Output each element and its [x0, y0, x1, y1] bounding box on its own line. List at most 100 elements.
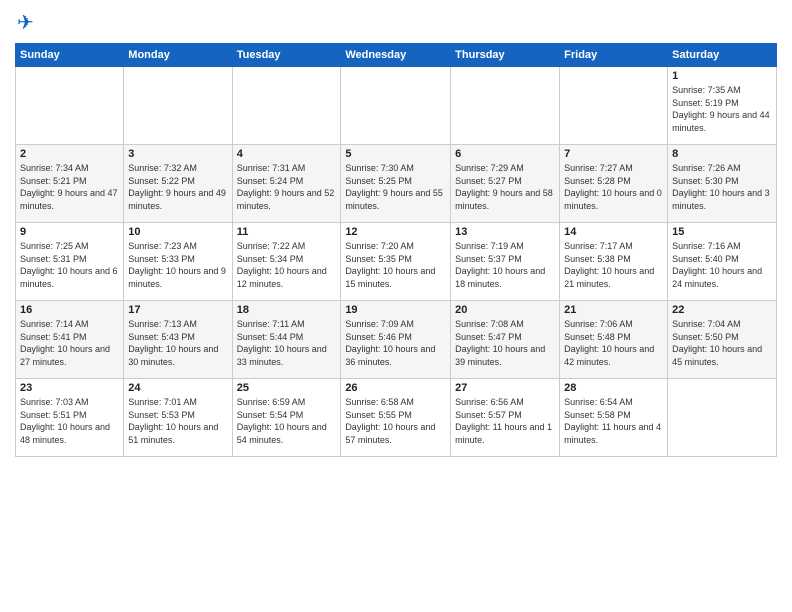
logo: ✈ — [15, 10, 34, 35]
day-info: Sunrise: 7:27 AM Sunset: 5:28 PM Dayligh… — [564, 162, 663, 212]
calendar-cell: 4 Sunrise: 7:31 AM Sunset: 5:24 PM Daylig… — [232, 145, 341, 223]
calendar-week-2: 2Sunrise: 7:34 AM Sunset: 5:21 PM Daylig… — [16, 145, 777, 223]
day-number: 4 — [237, 148, 337, 160]
day-number: 13 — [455, 226, 555, 238]
calendar-cell: 21 Sunrise: 7:06 AM Sunset: 5:48 PM Dayli… — [560, 301, 668, 379]
day-info: Sunrise: 7:26 AM Sunset: 5:30 PM Dayligh… — [672, 162, 772, 212]
calendar-cell: 22 Sunrise: 7:04 AM Sunset: 5:50 PM Dayli… — [668, 301, 777, 379]
day-number: 6 — [455, 148, 555, 160]
calendar-cell — [124, 67, 232, 145]
day-info: Sunrise: 7:20 AM Sunset: 5:35 PM Dayligh… — [345, 240, 446, 290]
day-number: 12 — [345, 226, 446, 238]
day-info: Sunrise: 7:01 AM Sunset: 5:53 PM Dayligh… — [128, 396, 227, 446]
day-info: Sunrise: 6:58 AM Sunset: 5:55 PM Dayligh… — [345, 396, 446, 446]
day-number: 20 — [455, 304, 555, 316]
day-info: Sunrise: 6:54 AM Sunset: 5:58 PM Dayligh… — [564, 396, 663, 446]
calendar-cell: 25 Sunrise: 6:59 AM Sunset: 5:54 PM Dayli… — [232, 379, 341, 457]
calendar-cell: 24 Sunrise: 7:01 AM Sunset: 5:53 PM Dayli… — [124, 379, 232, 457]
day-number: 11 — [237, 226, 337, 238]
day-number: 19 — [345, 304, 446, 316]
calendar-cell: 27Sunrise: 6:56 AM Sunset: 5:57 PM Dayli… — [451, 379, 560, 457]
calendar-cell — [341, 67, 451, 145]
day-info: Sunrise: 7:14 AM Sunset: 5:41 PM Dayligh… — [20, 318, 119, 368]
day-number: 3 — [128, 148, 227, 160]
calendar-cell: 7 Sunrise: 7:27 AM Sunset: 5:28 PM Daylig… — [560, 145, 668, 223]
weekday-header-monday: Monday — [124, 44, 232, 67]
calendar-cell — [232, 67, 341, 145]
day-number: 24 — [128, 382, 227, 394]
calendar-cell: 28 Sunrise: 6:54 AM Sunset: 5:58 PM Dayli… — [560, 379, 668, 457]
calendar-cell: 13 Sunrise: 7:19 AM Sunset: 5:37 PM Dayli… — [451, 223, 560, 301]
day-number: 5 — [345, 148, 446, 160]
day-info: Sunrise: 7:03 AM Sunset: 5:51 PM Dayligh… — [20, 396, 119, 446]
calendar-cell: 3 Sunrise: 7:32 AM Sunset: 5:22 PM Daylig… — [124, 145, 232, 223]
calendar-cell: 8Sunrise: 7:26 AM Sunset: 5:30 PM Daylig… — [668, 145, 777, 223]
day-info: Sunrise: 7:25 AM Sunset: 5:31 PM Dayligh… — [20, 240, 119, 290]
day-info: Sunrise: 7:23 AM Sunset: 5:33 PM Dayligh… — [128, 240, 227, 290]
calendar-cell: 23 Sunrise: 7:03 AM Sunset: 5:51 PM Dayli… — [16, 379, 124, 457]
day-number: 1 — [672, 70, 772, 82]
day-number: 26 — [345, 382, 446, 394]
calendar-cell — [668, 379, 777, 457]
day-number: 18 — [237, 304, 337, 316]
calendar-cell: 2Sunrise: 7:34 AM Sunset: 5:21 PM Daylig… — [16, 145, 124, 223]
day-number: 25 — [237, 382, 337, 394]
calendar-cell: 18 Sunrise: 7:11 AM Sunset: 5:44 PM Dayli… — [232, 301, 341, 379]
calendar-cell: 6 Sunrise: 7:29 AM Sunset: 5:27 PM Daylig… — [451, 145, 560, 223]
day-number: 23 — [20, 382, 119, 394]
day-number: 28 — [564, 382, 663, 394]
day-number: 16 — [20, 304, 119, 316]
day-info: Sunrise: 7:13 AM Sunset: 5:43 PM Dayligh… — [128, 318, 227, 368]
calendar-week-1: 1 Sunrise: 7:35 AM Sunset: 5:19 PM Daylig… — [16, 67, 777, 145]
calendar-cell: 5 Sunrise: 7:30 AM Sunset: 5:25 PM Daylig… — [341, 145, 451, 223]
calendar-cell: 1 Sunrise: 7:35 AM Sunset: 5:19 PM Daylig… — [668, 67, 777, 145]
calendar-cell: 15Sunrise: 7:16 AM Sunset: 5:40 PM Dayli… — [668, 223, 777, 301]
calendar-week-5: 23 Sunrise: 7:03 AM Sunset: 5:51 PM Dayli… — [16, 379, 777, 457]
calendar-table: SundayMondayTuesdayWednesdayThursdayFrid… — [15, 43, 777, 457]
calendar-cell: 17 Sunrise: 7:13 AM Sunset: 5:43 PM Dayli… — [124, 301, 232, 379]
day-info: Sunrise: 7:09 AM Sunset: 5:46 PM Dayligh… — [345, 318, 446, 368]
calendar-cell: 26 Sunrise: 6:58 AM Sunset: 5:55 PM Dayli… — [341, 379, 451, 457]
calendar-cell — [16, 67, 124, 145]
weekday-header-thursday: Thursday — [451, 44, 560, 67]
weekday-header-friday: Friday — [560, 44, 668, 67]
day-number: 10 — [128, 226, 227, 238]
day-info: Sunrise: 7:11 AM Sunset: 5:44 PM Dayligh… — [237, 318, 337, 368]
calendar-cell — [560, 67, 668, 145]
weekday-header-wednesday: Wednesday — [341, 44, 451, 67]
calendar-cell: 10 Sunrise: 7:23 AM Sunset: 5:33 PM Dayli… — [124, 223, 232, 301]
day-number: 17 — [128, 304, 227, 316]
calendar-cell: 12 Sunrise: 7:20 AM Sunset: 5:35 PM Dayli… — [341, 223, 451, 301]
day-info: Sunrise: 7:30 AM Sunset: 5:25 PM Dayligh… — [345, 162, 446, 212]
calendar-week-4: 16 Sunrise: 7:14 AM Sunset: 5:41 PM Dayli… — [16, 301, 777, 379]
calendar-cell: 14Sunrise: 7:17 AM Sunset: 5:38 PM Dayli… — [560, 223, 668, 301]
day-number: 21 — [564, 304, 663, 316]
day-info: Sunrise: 6:59 AM Sunset: 5:54 PM Dayligh… — [237, 396, 337, 446]
day-number: 7 — [564, 148, 663, 160]
day-info: Sunrise: 7:31 AM Sunset: 5:24 PM Dayligh… — [237, 162, 337, 212]
calendar-header-row: SundayMondayTuesdayWednesdayThursdayFrid… — [16, 44, 777, 67]
calendar-cell: 16 Sunrise: 7:14 AM Sunset: 5:41 PM Dayli… — [16, 301, 124, 379]
day-info: Sunrise: 7:35 AM Sunset: 5:19 PM Dayligh… — [672, 84, 772, 134]
page-container: ✈ SundayMondayTuesdayWednesdayThursdayFr… — [0, 0, 792, 612]
weekday-header-sunday: Sunday — [16, 44, 124, 67]
weekday-header-saturday: Saturday — [668, 44, 777, 67]
day-info: Sunrise: 7:19 AM Sunset: 5:37 PM Dayligh… — [455, 240, 555, 290]
day-info: Sunrise: 7:08 AM Sunset: 5:47 PM Dayligh… — [455, 318, 555, 368]
calendar-cell: 9 Sunrise: 7:25 AM Sunset: 5:31 PM Daylig… — [16, 223, 124, 301]
logo-icon: ✈ — [17, 10, 34, 35]
day-info: Sunrise: 7:16 AM Sunset: 5:40 PM Dayligh… — [672, 240, 772, 290]
day-number: 22 — [672, 304, 772, 316]
day-info: Sunrise: 7:34 AM Sunset: 5:21 PM Dayligh… — [20, 162, 119, 212]
day-info: Sunrise: 7:29 AM Sunset: 5:27 PM Dayligh… — [455, 162, 555, 212]
calendar-cell — [451, 67, 560, 145]
day-number: 9 — [20, 226, 119, 238]
day-info: Sunrise: 7:04 AM Sunset: 5:50 PM Dayligh… — [672, 318, 772, 368]
day-info: Sunrise: 6:56 AM Sunset: 5:57 PM Dayligh… — [455, 396, 555, 446]
day-info: Sunrise: 7:32 AM Sunset: 5:22 PM Dayligh… — [128, 162, 227, 212]
calendar-cell: 19 Sunrise: 7:09 AM Sunset: 5:46 PM Dayli… — [341, 301, 451, 379]
day-info: Sunrise: 7:22 AM Sunset: 5:34 PM Dayligh… — [237, 240, 337, 290]
header: ✈ — [15, 10, 777, 35]
day-info: Sunrise: 7:06 AM Sunset: 5:48 PM Dayligh… — [564, 318, 663, 368]
calendar-cell: 20 Sunrise: 7:08 AM Sunset: 5:47 PM Dayli… — [451, 301, 560, 379]
